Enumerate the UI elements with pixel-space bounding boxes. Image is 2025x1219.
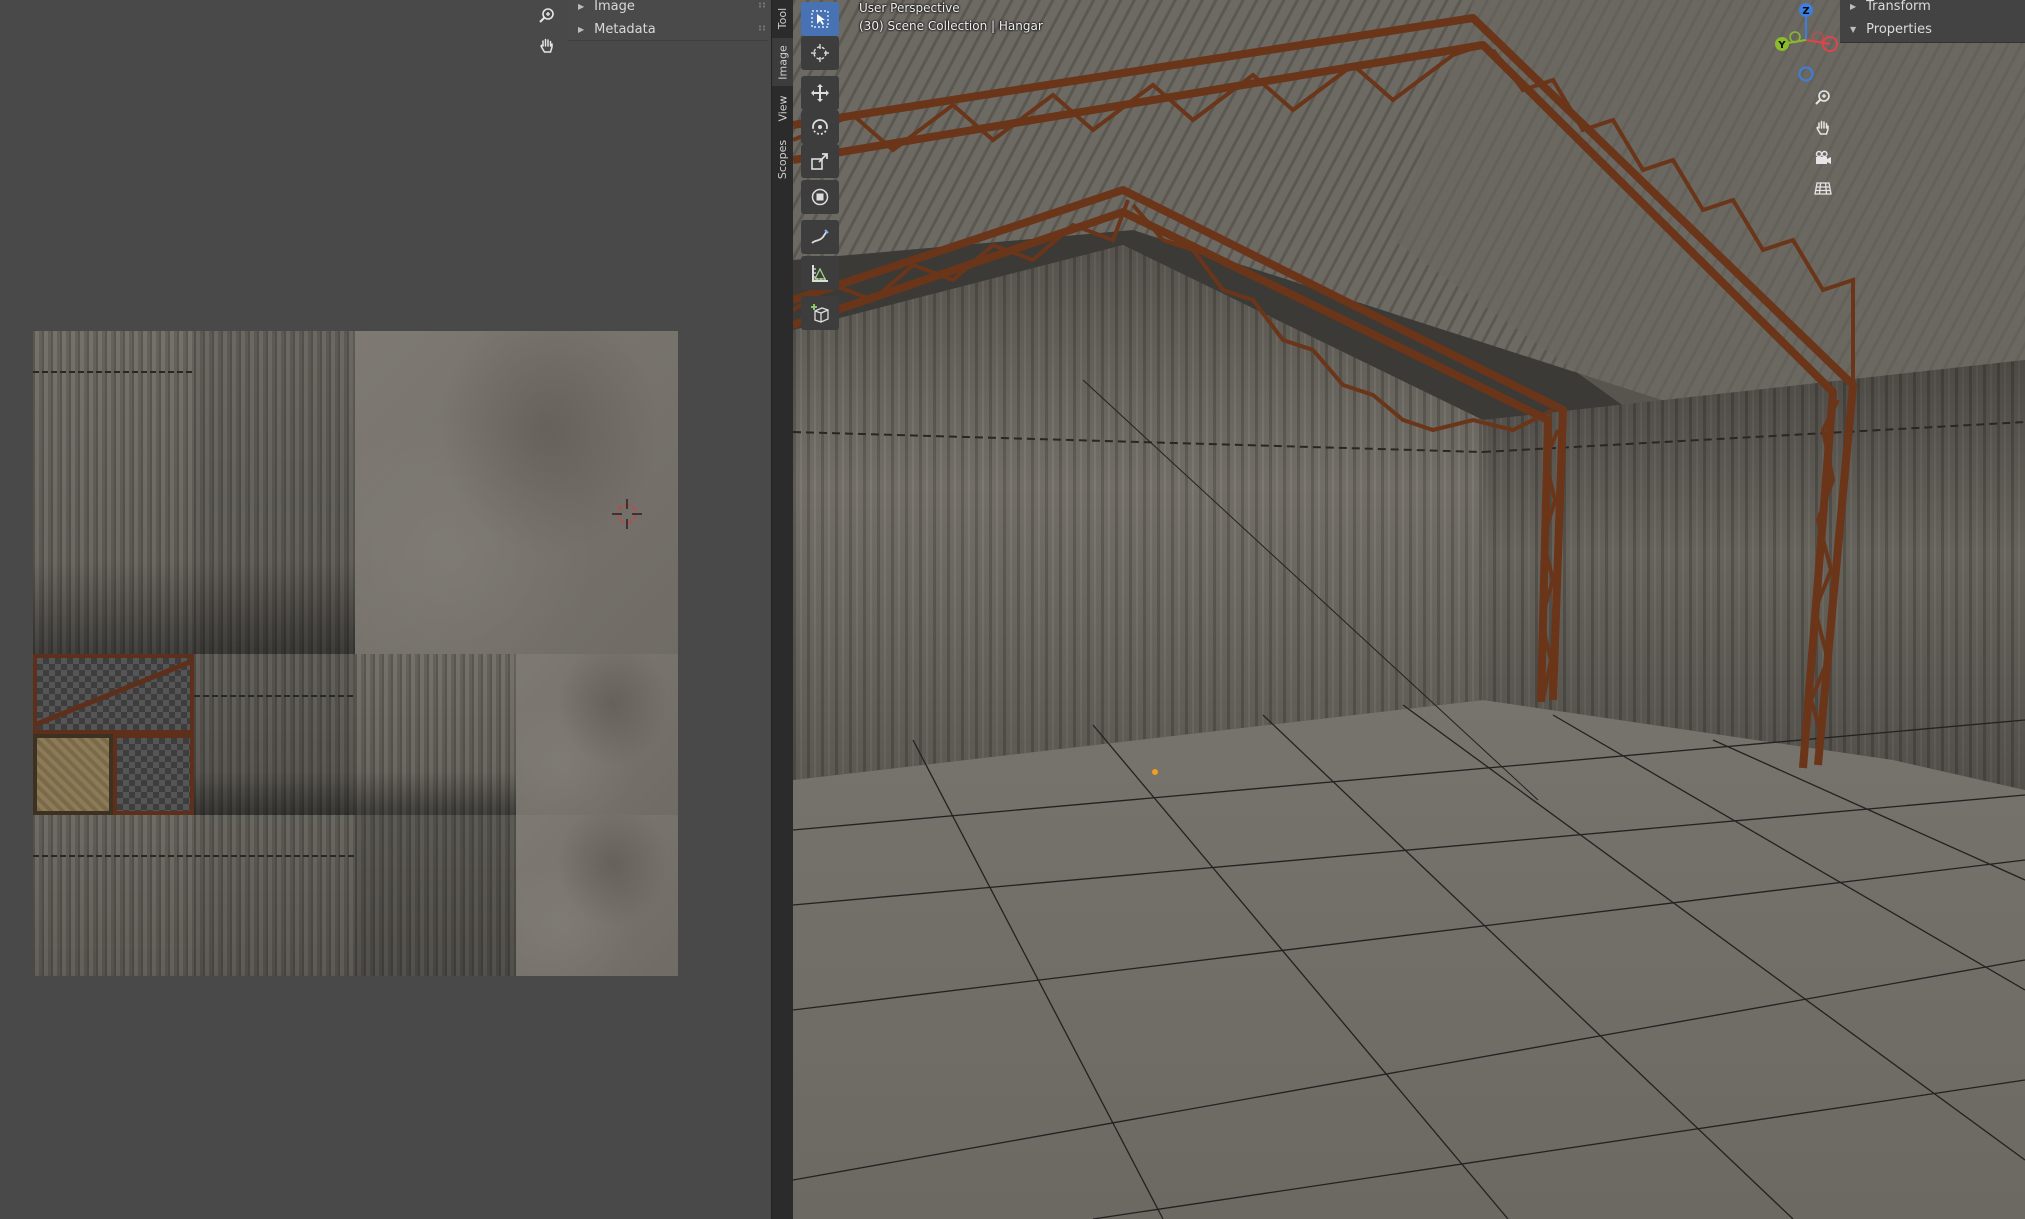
panel-label: Metadata bbox=[594, 21, 656, 37]
texture-tile-concrete bbox=[516, 654, 678, 815]
panel-label: Image bbox=[594, 0, 635, 14]
sidebar-tab-strip: Tool Image View Scopes bbox=[771, 0, 794, 1219]
texture-crate bbox=[33, 734, 113, 815]
select-box-icon[interactable] bbox=[801, 2, 839, 36]
panel-properties-header[interactable]: ▼ Properties bbox=[1850, 18, 1932, 40]
texture-tile-concrete bbox=[355, 331, 678, 654]
tab-image[interactable]: Image bbox=[772, 38, 794, 86]
texture-truss-panel bbox=[33, 654, 194, 734]
grid-view-icon[interactable] bbox=[1809, 174, 1837, 202]
panel-transform-header[interactable]: ▶ Transform bbox=[1850, 0, 1931, 17]
texture-truss-panel bbox=[113, 734, 194, 815]
cursor-icon[interactable] bbox=[801, 36, 839, 70]
zoom-icon[interactable] bbox=[1809, 84, 1837, 112]
scale-icon[interactable] bbox=[801, 144, 839, 178]
expand-arrow-icon: ▶ bbox=[578, 24, 585, 34]
add-cube-icon[interactable] bbox=[801, 296, 839, 330]
drag-grip-icon[interactable] bbox=[758, 2, 766, 8]
rotate-icon[interactable] bbox=[801, 110, 839, 144]
hangar-scene bbox=[793, 0, 2025, 1219]
texture-seam-line bbox=[33, 855, 355, 857]
camera-icon[interactable] bbox=[1809, 144, 1837, 172]
tab-label: Tool bbox=[776, 7, 790, 29]
annotate-icon[interactable] bbox=[801, 220, 839, 254]
tab-label: View bbox=[776, 94, 790, 122]
transform-icon[interactable] bbox=[801, 180, 839, 214]
measure-icon[interactable] bbox=[801, 256, 839, 290]
viewport-perspective-label: User Perspective bbox=[859, 1, 960, 15]
tab-scopes[interactable]: Scopes bbox=[772, 130, 794, 188]
viewport-sidebar-panel: ▶ Transform ▼ Properties bbox=[1840, 0, 2025, 43]
panel-image-header[interactable]: ▶ Image bbox=[578, 0, 635, 17]
tab-label: Image bbox=[776, 44, 790, 80]
pan-hand-icon[interactable] bbox=[533, 32, 561, 60]
panel-label: Transform bbox=[1866, 0, 1931, 14]
texture-seam-line bbox=[194, 695, 355, 697]
tab-tool[interactable]: Tool bbox=[772, 0, 794, 36]
texture-tile-corrugated bbox=[355, 815, 516, 976]
expand-arrow-icon: ▶ bbox=[1850, 1, 1857, 11]
pan-hand-icon[interactable] bbox=[1809, 114, 1837, 142]
texture-shadow bbox=[194, 771, 516, 815]
image-sidebar-panel: ▶ Image ▶ Metadata bbox=[568, 0, 768, 42]
3d-viewport[interactable]: User Perspective (30) Scene Collection |… bbox=[793, 0, 2025, 1219]
zoom-icon[interactable] bbox=[533, 2, 561, 30]
texture-tile-corrugated bbox=[194, 815, 355, 976]
gizmo-z-label: Z bbox=[1802, 6, 1809, 17]
image-editor-area[interactable]: ▶ Image ▶ Metadata bbox=[0, 0, 771, 1219]
panel-metadata-header[interactable]: ▶ Metadata bbox=[578, 18, 656, 40]
viewport-collection-label: (30) Scene Collection | Hangar bbox=[859, 19, 1043, 33]
expand-arrow-icon: ▶ bbox=[578, 1, 585, 11]
divider bbox=[568, 40, 768, 41]
2d-cursor-icon[interactable] bbox=[610, 497, 644, 531]
panel-label: Properties bbox=[1866, 21, 1932, 37]
drag-grip-icon[interactable] bbox=[758, 25, 766, 31]
texture-shadow bbox=[33, 561, 355, 654]
texture-tile-concrete bbox=[516, 815, 678, 976]
collapse-arrow-icon: ▼ bbox=[1850, 24, 1857, 34]
tab-view[interactable]: View bbox=[772, 88, 794, 128]
move-icon[interactable] bbox=[801, 76, 839, 110]
tab-label: Scopes bbox=[776, 139, 790, 179]
texture-seam-line bbox=[33, 371, 194, 373]
texture-image[interactable] bbox=[33, 331, 678, 976]
texture-tile-corrugated bbox=[33, 815, 194, 976]
gizmo-y-label: Y bbox=[1777, 40, 1786, 51]
